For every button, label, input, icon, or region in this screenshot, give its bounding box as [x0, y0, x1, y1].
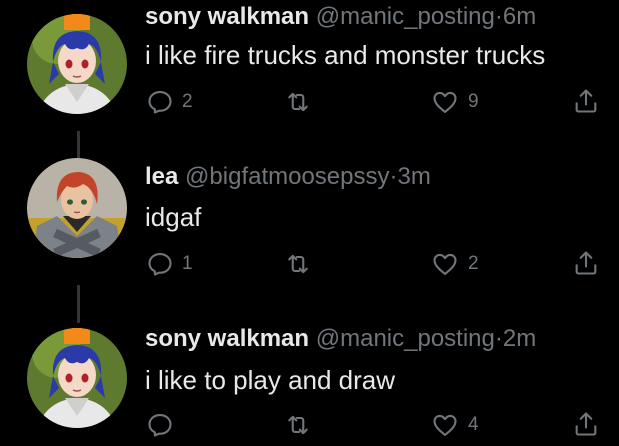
user-handle[interactable]: @manic_posting — [316, 325, 495, 352]
heart-icon — [433, 253, 457, 275]
like-count: 4 — [468, 414, 479, 435]
tweet-text: i like fire trucks and monster trucks — [145, 40, 546, 70]
like-count: 9 — [468, 91, 479, 112]
avatar[interactable] — [27, 158, 127, 258]
reply-count: 1 — [182, 253, 193, 274]
share-button[interactable] — [572, 87, 608, 115]
share-icon — [575, 89, 597, 113]
separator-dot: · — [494, 3, 503, 30]
timestamp[interactable]: 3m — [398, 163, 431, 190]
separator-dot: · — [494, 325, 503, 352]
tweet-header: sony walkman @manic_posting·6m — [145, 5, 536, 29]
tweet-text: idgaf — [145, 202, 202, 232]
retweet-button[interactable] — [284, 250, 320, 278]
share-button[interactable] — [572, 249, 608, 277]
tweet[interactable]: sony walkman @manic_posting·2m i like to… — [0, 310, 619, 446]
reply-button[interactable]: 2 — [146, 88, 193, 116]
tweet-header: lea @bigfatmoosepssy·3m — [145, 165, 431, 189]
reply-button[interactable]: 1 — [146, 250, 193, 278]
like-button[interactable]: 9 — [430, 88, 479, 116]
tweet-header: sony walkman @manic_posting·2m — [145, 327, 536, 351]
retweet-button[interactable] — [284, 411, 320, 439]
retweet-button[interactable] — [284, 88, 320, 116]
timestamp[interactable]: 2m — [503, 325, 536, 352]
user-handle[interactable]: @manic_posting — [316, 3, 495, 30]
reply-count: 2 — [182, 91, 193, 112]
like-button[interactable]: 2 — [430, 250, 479, 278]
heart-icon — [433, 91, 457, 113]
blue-haired-anime-avatar — [27, 14, 127, 114]
reply-button[interactable] — [146, 411, 182, 439]
reply-icon — [148, 414, 172, 437]
share-icon — [575, 251, 597, 275]
timestamp[interactable]: 6m — [503, 3, 536, 30]
like-button[interactable]: 4 — [430, 411, 479, 439]
tweet[interactable]: lea @bigfatmoosepssy·3m idgaf 1 2 — [0, 150, 619, 310]
display-name[interactable]: sony walkman — [145, 325, 309, 352]
retweet-icon — [288, 415, 308, 435]
red-haired-armored-anime-avatar — [27, 158, 127, 258]
like-count: 2 — [468, 253, 479, 274]
display-name[interactable]: lea — [145, 163, 178, 190]
share-button[interactable] — [572, 410, 608, 438]
share-icon — [575, 412, 597, 436]
retweet-icon — [288, 254, 308, 274]
reply-icon — [148, 253, 172, 276]
avatar[interactable] — [27, 328, 127, 428]
avatar[interactable] — [27, 14, 127, 114]
blue-haired-anime-avatar — [27, 328, 127, 428]
user-handle[interactable]: @bigfatmoosepssy — [185, 163, 389, 190]
tweet[interactable]: sony walkman @manic_posting·6m i like fi… — [0, 0, 619, 140]
tweet-text: i like to play and draw — [145, 365, 396, 395]
retweet-icon — [288, 92, 308, 112]
separator-dot: · — [389, 163, 398, 190]
heart-icon — [433, 414, 457, 436]
reply-icon — [148, 91, 172, 114]
display-name[interactable]: sony walkman — [145, 3, 309, 30]
